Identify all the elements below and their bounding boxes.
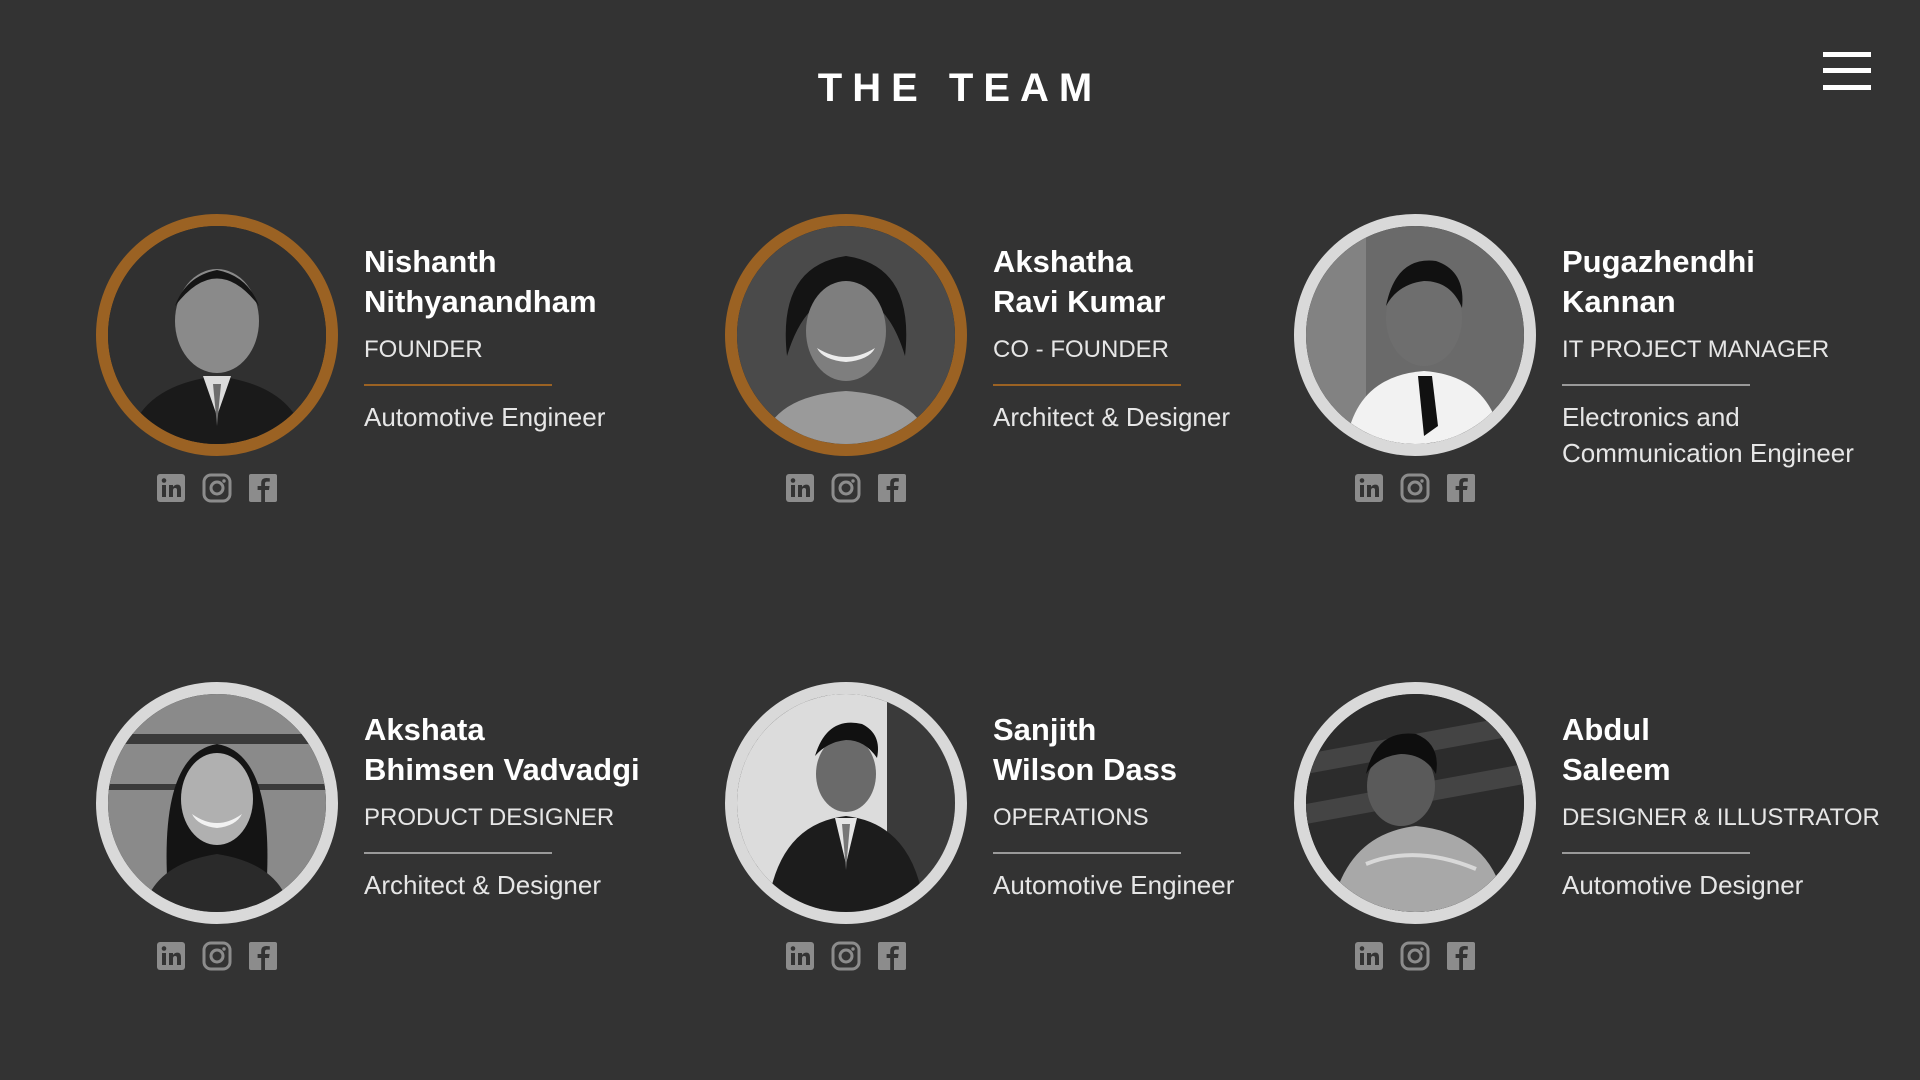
member-name-line: Bhimsen Vadvadgi [364,752,640,787]
menu-bar [1823,85,1871,90]
member-info: Pugazhendhi Kannan IT PROJECT MANAGER El… [1562,242,1882,471]
member-photo [725,214,967,456]
team-member-card: Akshatha Ravi Kumar CO - FOUNDER Archite… [725,214,1325,534]
hamburger-menu-icon[interactable] [1823,52,1871,92]
member-name: Nishanth Nithyanandham [364,242,684,322]
member-photo [96,214,338,456]
member-description: Electronics and Communication Engineer [1562,399,1882,471]
social-links [1354,941,1484,975]
member-photo [1294,214,1536,456]
instagram-icon[interactable] [831,941,861,971]
linkedin-icon[interactable] [785,941,815,971]
member-description: Architect & Designer [364,870,601,900]
member-name-line: Akshatha [993,244,1133,279]
member-name-line: Saleem [1562,752,1671,787]
member-name: Akshatha Ravi Kumar [993,242,1313,322]
member-name-line: Nishanth [364,244,497,279]
member-description: Automotive Designer [1562,870,1804,900]
instagram-icon[interactable] [1400,941,1430,971]
instagram-icon[interactable] [202,473,232,503]
team-member-card: Akshata Bhimsen Vadvadgi PRODUCT DESIGNE… [96,682,696,1002]
member-role: FOUNDER [364,336,483,363]
member-photo [725,682,967,924]
instagram-icon[interactable] [831,473,861,503]
menu-bar [1823,68,1871,73]
member-role: PRODUCT DESIGNER [364,804,615,831]
member-name-line: Kannan [1562,284,1676,319]
member-info: Nishanth Nithyanandham FOUNDER Automotiv… [364,242,684,435]
member-name-line: Sanjith [993,712,1097,747]
social-links [156,473,286,507]
member-role: DESIGNER & ILLUSTRATOR [1562,804,1880,831]
member-name-line: Wilson Dass [993,752,1178,787]
facebook-icon[interactable] [1446,473,1476,503]
page-title: THE TEAM [817,66,1103,110]
member-photo [1294,682,1536,924]
member-info: Abdul Saleem DESIGNER & ILLUSTRATOR Auto… [1562,710,1882,903]
member-info: Akshata Bhimsen Vadvadgi PRODUCT DESIGNE… [364,710,684,903]
divider [1562,384,1750,386]
member-role: CO - FOUNDER [993,336,1169,363]
instagram-icon[interactable] [202,941,232,971]
member-name: Sanjith Wilson Dass [993,710,1313,790]
team-member-card: Pugazhendhi Kannan IT PROJECT MANAGER El… [1294,214,1894,534]
divider [364,384,552,386]
facebook-icon[interactable] [248,473,278,503]
linkedin-icon[interactable] [785,473,815,503]
linkedin-icon[interactable] [156,941,186,971]
menu-bar [1823,52,1871,57]
member-name-line: Nithyanandham [364,284,597,319]
member-description-line: Communication Engineer [1562,438,1854,468]
member-name: Abdul Saleem [1562,710,1882,790]
team-member-card: Nishanth Nithyanandham FOUNDER Automotiv… [96,214,696,534]
team-member-card: Abdul Saleem DESIGNER & ILLUSTRATOR Auto… [1294,682,1894,1002]
member-info: Sanjith Wilson Dass OPERATIONS Automotiv… [993,710,1313,903]
social-links [785,941,915,975]
member-description: Automotive Engineer [364,402,606,432]
facebook-icon[interactable] [877,473,907,503]
member-role: IT PROJECT MANAGER [1562,336,1830,363]
divider [993,852,1181,854]
facebook-icon[interactable] [248,941,278,971]
member-name: Pugazhendhi Kannan [1562,242,1882,322]
facebook-icon[interactable] [1446,941,1476,971]
member-info: Akshatha Ravi Kumar CO - FOUNDER Archite… [993,242,1313,435]
linkedin-icon[interactable] [156,473,186,503]
member-name-line: Ravi Kumar [993,284,1166,319]
member-photo [96,682,338,924]
social-links [1354,473,1484,507]
member-name-line: Akshata [364,712,485,747]
linkedin-icon[interactable] [1354,473,1384,503]
member-description-line: Electronics and [1562,402,1740,432]
team-member-card: Sanjith Wilson Dass OPERATIONS Automotiv… [725,682,1325,1002]
facebook-icon[interactable] [877,941,907,971]
member-name-line: Abdul [1562,712,1650,747]
instagram-icon[interactable] [1400,473,1430,503]
member-role: OPERATIONS [993,804,1149,831]
member-description: Automotive Engineer [993,870,1235,900]
member-name: Akshata Bhimsen Vadvadgi [364,710,684,790]
social-links [785,473,915,507]
linkedin-icon[interactable] [1354,941,1384,971]
divider [993,384,1181,386]
divider [1562,852,1750,854]
member-name-line: Pugazhendhi [1562,244,1755,279]
divider [364,852,552,854]
member-description: Architect & Designer [993,402,1230,432]
social-links [156,941,286,975]
